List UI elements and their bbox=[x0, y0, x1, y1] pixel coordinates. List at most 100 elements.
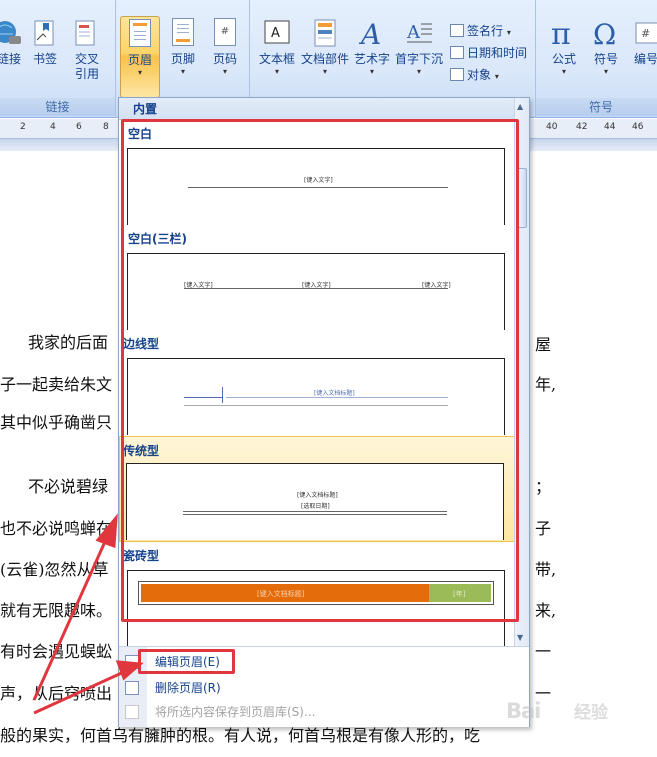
bookmark-icon bbox=[31, 18, 59, 48]
symbol-button[interactable]: Ω 符号 ▾ bbox=[588, 18, 624, 77]
drop-cap-button[interactable]: A 首字下沉 ▾ bbox=[394, 18, 444, 77]
doc-fragment: 屋 bbox=[535, 335, 552, 354]
svg-text:#: # bbox=[641, 27, 650, 40]
doc-line: (云雀)忽然从草 bbox=[0, 560, 109, 579]
links-group-label: 链接 bbox=[0, 98, 115, 116]
ruler-tick: 8 bbox=[103, 122, 109, 132]
omega-icon: Ω bbox=[592, 18, 620, 51]
remove-header-icon bbox=[125, 681, 139, 695]
ruler-tick: 4 bbox=[50, 122, 56, 132]
quick-parts-icon bbox=[311, 18, 339, 48]
text-box-label: 文本框 bbox=[258, 52, 295, 66]
text-box-button[interactable]: A 文本框 ▾ bbox=[256, 18, 298, 77]
object-icon bbox=[450, 68, 464, 81]
footer-icon bbox=[169, 18, 197, 48]
doc-line: 子一起卖给朱文 bbox=[0, 375, 113, 394]
doc-line: 不必说碧绿 bbox=[28, 477, 109, 496]
scroll-down-icon[interactable]: ▼ bbox=[517, 632, 523, 644]
header-dropdown-icon: ▾ bbox=[137, 68, 142, 77]
bookmark-button[interactable]: 书签 bbox=[30, 18, 60, 67]
numbering-label: 编号 bbox=[633, 52, 657, 66]
equation-dropdown-icon: ▾ bbox=[561, 67, 566, 76]
bookmark-label: 书签 bbox=[32, 52, 57, 66]
doc-fragment: 来, bbox=[535, 601, 557, 620]
ruler-tick: 2 bbox=[20, 122, 26, 132]
ruler-tick: 46 bbox=[632, 122, 644, 132]
gallery-section-header: 内置 bbox=[119, 98, 516, 120]
object-button[interactable]: 对象 ▾ bbox=[450, 66, 499, 83]
ruler-tick: 6 bbox=[76, 122, 82, 132]
quick-parts-dropdown-icon: ▾ bbox=[322, 67, 327, 76]
signature-dropdown-icon: ▾ bbox=[506, 28, 511, 37]
object-label: 对象 bbox=[467, 68, 492, 82]
hyperlink-button[interactable]: 链接 bbox=[0, 18, 24, 67]
edit-header-highlight-box bbox=[138, 649, 235, 674]
ruler-tick: 44 bbox=[604, 122, 616, 132]
save-to-gallery-label: 将所选内容保存到页眉库(S)... bbox=[155, 705, 316, 719]
gallery-highlight-box bbox=[121, 119, 519, 622]
cross-reference-label: 交叉 引用 bbox=[74, 52, 99, 81]
doc-line: 有时会遇见蜈蚣 bbox=[0, 642, 113, 661]
watermark-text: Bai bbox=[506, 699, 541, 723]
text-box-icon: A bbox=[263, 18, 291, 48]
remove-header-label: 删除页眉(R) bbox=[155, 681, 221, 695]
text-box-dropdown-icon: ▾ bbox=[274, 67, 279, 76]
ruler-tick: 40 bbox=[546, 122, 558, 132]
scroll-up-icon[interactable]: ▲ bbox=[517, 101, 523, 113]
date-time-button[interactable]: 日期和时间 bbox=[450, 44, 527, 61]
wordart-button[interactable]: A 艺术字 ▾ bbox=[350, 18, 394, 77]
footer-button[interactable]: 页脚 ▾ bbox=[164, 18, 202, 77]
save-to-gallery-icon bbox=[125, 705, 139, 719]
symbol-dropdown-icon: ▾ bbox=[603, 67, 608, 76]
svg-text:π: π bbox=[551, 18, 571, 48]
wordart-label: 艺术字 bbox=[353, 52, 390, 66]
ruler-tick: 42 bbox=[576, 122, 588, 132]
header-icon bbox=[126, 19, 154, 49]
cross-reference-button[interactable]: 交叉 引用 bbox=[70, 18, 104, 82]
symbols-group-label: 符号 bbox=[536, 98, 657, 116]
doc-fragment: 一 bbox=[535, 642, 552, 661]
page-number-icon: # bbox=[211, 18, 239, 48]
header-label: 页眉 bbox=[127, 53, 152, 67]
remove-header-item[interactable]: 删除页眉(R) bbox=[119, 677, 529, 699]
drop-cap-icon: A bbox=[405, 18, 433, 48]
doc-line: 我家的后面 bbox=[28, 333, 109, 352]
quick-parts-button[interactable]: 文档部件 ▾ bbox=[300, 18, 350, 77]
drop-cap-dropdown-icon: ▾ bbox=[416, 67, 421, 76]
doc-fragment: 子 bbox=[535, 519, 552, 538]
page-number-dropdown-icon: ▾ bbox=[222, 67, 227, 76]
svg-text:Ω: Ω bbox=[593, 18, 616, 48]
pi-icon: π bbox=[550, 17, 578, 52]
symbols-group: π 公式 ▾ Ω 符号 ▾ # 编号 符号 bbox=[536, 0, 657, 118]
svg-text:A: A bbox=[358, 18, 381, 48]
calendar-icon bbox=[450, 46, 464, 59]
symbol-label: 符号 bbox=[593, 52, 618, 66]
signature-label: 签名行 bbox=[467, 24, 504, 38]
save-to-gallery-item[interactable]: 将所选内容保存到页眉库(S)... bbox=[119, 701, 529, 723]
quick-parts-label: 文档部件 bbox=[300, 52, 349, 66]
doc-fragment: 带, bbox=[535, 560, 557, 579]
footer-label: 页脚 bbox=[170, 52, 195, 66]
equation-label: 公式 bbox=[551, 52, 576, 66]
signature-line-button[interactable]: 签名行 ▾ bbox=[450, 22, 511, 39]
doc-line: 也不必说鸣蝉在 bbox=[0, 519, 113, 538]
object-dropdown-icon: ▾ bbox=[494, 72, 499, 81]
page-number-button[interactable]: # 页码 ▾ bbox=[206, 18, 244, 77]
links-group: 链接 书签 交叉 引用 链接 bbox=[0, 0, 116, 118]
drop-cap-label: 首字下沉 bbox=[394, 52, 443, 66]
hyperlink-label: 链接 bbox=[0, 52, 21, 66]
globe-link-icon bbox=[0, 18, 23, 48]
svg-text:A: A bbox=[406, 22, 421, 43]
cross-reference-icon bbox=[73, 18, 101, 48]
numbering-button[interactable]: # 编号 bbox=[628, 18, 657, 67]
signature-icon bbox=[450, 24, 464, 37]
doc-line: 就有无限趣味。 bbox=[0, 601, 113, 620]
equation-button[interactable]: π 公式 ▾ bbox=[546, 17, 582, 77]
date-time-label: 日期和时间 bbox=[467, 46, 528, 60]
doc-line: 声，从后窍喷出 bbox=[0, 684, 113, 703]
header-button[interactable]: 页眉 ▾ bbox=[120, 16, 160, 98]
page-number-label: 页码 bbox=[212, 52, 237, 66]
svg-text:A: A bbox=[271, 26, 280, 41]
footer-dropdown-icon: ▾ bbox=[180, 67, 185, 76]
wordart-icon: A bbox=[358, 18, 386, 51]
